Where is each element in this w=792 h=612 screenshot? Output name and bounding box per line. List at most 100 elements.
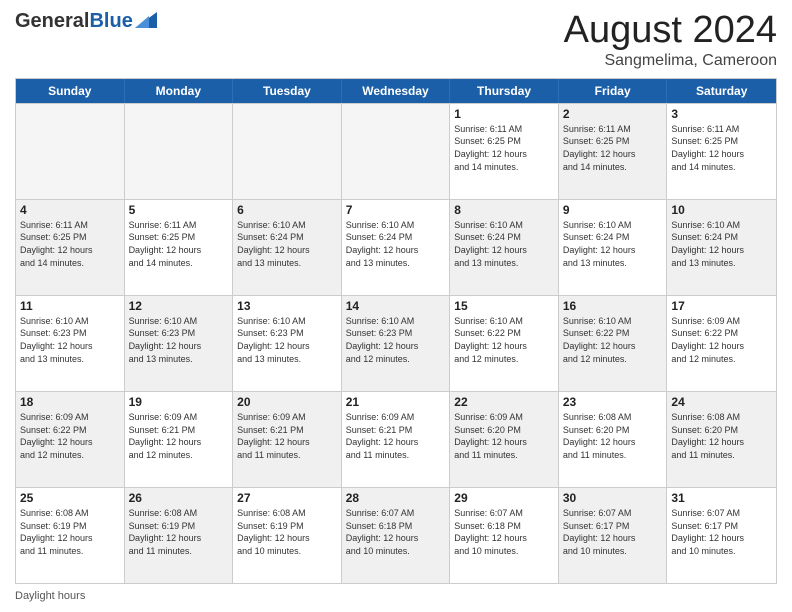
cell-content: Sunrise: 6:08 AMSunset: 6:19 PMDaylight:… <box>20 507 120 557</box>
calendar-header-cell: Wednesday <box>342 79 451 103</box>
title-area: August 2024 Sangmelima, Cameroon <box>564 10 777 70</box>
calendar-cell: 11 Sunrise: 6:10 AMSunset: 6:23 PMDayligh… <box>16 296 125 391</box>
logo-wrapper: GeneralBlue <box>15 10 157 33</box>
cell-content: Sunrise: 6:11 AMSunset: 6:25 PMDaylight:… <box>563 123 663 173</box>
day-number: 21 <box>346 395 446 409</box>
calendar-row: 1Sunrise: 6:11 AMSunset: 6:25 PMDaylight… <box>16 103 776 199</box>
day-number: 13 <box>237 299 337 313</box>
calendar-cell: 10 Sunrise: 6:10 AMSunset: 6:24 PMDayligh… <box>667 200 776 295</box>
day-number: 22 <box>454 395 554 409</box>
cell-content: Sunrise: 6:07 AMSunset: 6:17 PMDaylight:… <box>563 507 663 557</box>
calendar-cell <box>342 104 451 199</box>
logo-blue: Blue <box>89 10 132 32</box>
day-number: 25 <box>20 491 120 505</box>
cell-content: Sunrise: 6:08 AMSunset: 6:20 PMDaylight:… <box>563 411 663 461</box>
cell-content: Sunrise: 6:10 AMSunset: 6:24 PMDaylight:… <box>671 219 772 269</box>
cell-content: Sunrise: 6:10 AMSunset: 6:23 PMDaylight:… <box>129 315 229 365</box>
day-number: 15 <box>454 299 554 313</box>
calendar-cell: 31 Sunrise: 6:07 AMSunset: 6:17 PMDayligh… <box>667 488 776 583</box>
calendar-cell <box>16 104 125 199</box>
calendar-body: 1Sunrise: 6:11 AMSunset: 6:25 PMDaylight… <box>16 103 776 583</box>
cell-content: Sunrise: 6:10 AMSunset: 6:23 PMDaylight:… <box>346 315 446 365</box>
calendar-cell: 5 Sunrise: 6:11 AMSunset: 6:25 PMDaylight… <box>125 200 234 295</box>
calendar-cell: 20Sunrise: 6:09 AMSunset: 6:21 PMDayligh… <box>233 392 342 487</box>
day-number: 5 <box>129 203 229 217</box>
cell-content: Sunrise: 6:10 AMSunset: 6:23 PMDaylight:… <box>20 315 120 365</box>
cell-content: Sunrise: 6:07 AMSunset: 6:18 PMDaylight:… <box>346 507 446 557</box>
day-number: 12 <box>129 299 229 313</box>
cell-content: Sunrise: 6:07 AMSunset: 6:18 PMDaylight:… <box>454 507 554 557</box>
calendar-cell <box>125 104 234 199</box>
calendar-header: SundayMondayTuesdayWednesdayThursdayFrid… <box>16 79 776 103</box>
calendar-header-cell: Thursday <box>450 79 559 103</box>
daylight-label: Daylight hours <box>15 590 85 602</box>
calendar-cell: 13Sunrise: 6:10 AMSunset: 6:23 PMDayligh… <box>233 296 342 391</box>
cell-content: Sunrise: 6:10 AMSunset: 6:22 PMDaylight:… <box>454 315 554 365</box>
location-title: Sangmelima, Cameroon <box>564 52 777 70</box>
calendar-cell: 30Sunrise: 6:07 AMSunset: 6:17 PMDayligh… <box>559 488 668 583</box>
calendar-cell: 22 Sunrise: 6:09 AMSunset: 6:20 PMDayligh… <box>450 392 559 487</box>
day-number: 18 <box>20 395 120 409</box>
day-number: 31 <box>671 491 772 505</box>
calendar-row: 4Sunrise: 6:11 AMSunset: 6:25 PMDaylight… <box>16 199 776 295</box>
day-number: 23 <box>563 395 663 409</box>
calendar-cell: 29 Sunrise: 6:07 AMSunset: 6:18 PMDayligh… <box>450 488 559 583</box>
day-number: 7 <box>346 203 446 217</box>
calendar-cell: 1Sunrise: 6:11 AMSunset: 6:25 PMDaylight… <box>450 104 559 199</box>
day-number: 9 <box>563 203 663 217</box>
calendar-header-cell: Saturday <box>667 79 776 103</box>
cell-content: Sunrise: 6:09 AMSunset: 6:20 PMDaylight:… <box>454 411 554 461</box>
day-number: 16 <box>563 299 663 313</box>
cell-content: Sunrise: 6:09 AMSunset: 6:21 PMDaylight:… <box>237 411 337 461</box>
page: GeneralBlue August 2024 Sangmelima, Came… <box>0 0 792 612</box>
calendar-cell: 14 Sunrise: 6:10 AMSunset: 6:23 PMDayligh… <box>342 296 451 391</box>
calendar-row: 11 Sunrise: 6:10 AMSunset: 6:23 PMDayligh… <box>16 295 776 391</box>
cell-content: Sunrise: 6:09 AMSunset: 6:22 PMDaylight:… <box>20 411 120 461</box>
day-number: 8 <box>454 203 554 217</box>
day-number: 2 <box>563 107 663 121</box>
calendar-cell: 21 Sunrise: 6:09 AMSunset: 6:21 PMDayligh… <box>342 392 451 487</box>
day-number: 6 <box>237 203 337 217</box>
cell-content: Sunrise: 6:10 AMSunset: 6:24 PMDaylight:… <box>454 219 554 269</box>
cell-content: Sunrise: 6:09 AMSunset: 6:21 PMDaylight:… <box>346 411 446 461</box>
calendar-cell: 7 Sunrise: 6:10 AMSunset: 6:24 PMDaylight… <box>342 200 451 295</box>
day-number: 26 <box>129 491 229 505</box>
cell-content: Sunrise: 6:08 AMSunset: 6:20 PMDaylight:… <box>671 411 772 461</box>
cell-content: Sunrise: 6:10 AMSunset: 6:24 PMDaylight:… <box>563 219 663 269</box>
calendar-cell: 28Sunrise: 6:07 AMSunset: 6:18 PMDayligh… <box>342 488 451 583</box>
calendar-cell: 24Sunrise: 6:08 AMSunset: 6:20 PMDayligh… <box>667 392 776 487</box>
cell-content: Sunrise: 6:11 AMSunset: 6:25 PMDaylight:… <box>671 123 772 173</box>
cell-content: Sunrise: 6:09 AMSunset: 6:21 PMDaylight:… <box>129 411 229 461</box>
calendar-cell: 6 Sunrise: 6:10 AMSunset: 6:24 PMDaylight… <box>233 200 342 295</box>
calendar-cell: 19 Sunrise: 6:09 AMSunset: 6:21 PMDayligh… <box>125 392 234 487</box>
day-number: 10 <box>671 203 772 217</box>
logo-text: GeneralBlue <box>15 10 133 33</box>
cell-content: Sunrise: 6:08 AMSunset: 6:19 PMDaylight:… <box>237 507 337 557</box>
day-number: 14 <box>346 299 446 313</box>
cell-content: Sunrise: 6:11 AMSunset: 6:25 PMDaylight:… <box>129 219 229 269</box>
calendar-header-cell: Tuesday <box>233 79 342 103</box>
calendar-cell: 4Sunrise: 6:11 AMSunset: 6:25 PMDaylight… <box>16 200 125 295</box>
calendar-cell: 12 Sunrise: 6:10 AMSunset: 6:23 PMDayligh… <box>125 296 234 391</box>
cell-content: Sunrise: 6:10 AMSunset: 6:22 PMDaylight:… <box>563 315 663 365</box>
calendar-row: 25 Sunrise: 6:08 AMSunset: 6:19 PMDayligh… <box>16 487 776 583</box>
day-number: 19 <box>129 395 229 409</box>
day-number: 17 <box>671 299 772 313</box>
day-number: 3 <box>671 107 772 121</box>
day-number: 11 <box>20 299 120 313</box>
footer: Daylight hours <box>15 590 777 602</box>
calendar-cell: 23 Sunrise: 6:08 AMSunset: 6:20 PMDayligh… <box>559 392 668 487</box>
calendar-cell: 15 Sunrise: 6:10 AMSunset: 6:22 PMDayligh… <box>450 296 559 391</box>
cell-content: Sunrise: 6:07 AMSunset: 6:17 PMDaylight:… <box>671 507 772 557</box>
cell-content: Sunrise: 6:10 AMSunset: 6:24 PMDaylight:… <box>237 219 337 269</box>
calendar-header-cell: Friday <box>559 79 668 103</box>
calendar-cell: 18 Sunrise: 6:09 AMSunset: 6:22 PMDayligh… <box>16 392 125 487</box>
calendar-cell: 25 Sunrise: 6:08 AMSunset: 6:19 PMDayligh… <box>16 488 125 583</box>
logo-area: GeneralBlue <box>15 10 157 33</box>
calendar-row: 18 Sunrise: 6:09 AMSunset: 6:22 PMDayligh… <box>16 391 776 487</box>
cell-content: Sunrise: 6:10 AMSunset: 6:24 PMDaylight:… <box>346 219 446 269</box>
cell-content: Sunrise: 6:09 AMSunset: 6:22 PMDaylight:… <box>671 315 772 365</box>
calendar: SundayMondayTuesdayWednesdayThursdayFrid… <box>15 78 777 584</box>
calendar-header-cell: Monday <box>125 79 234 103</box>
day-number: 29 <box>454 491 554 505</box>
